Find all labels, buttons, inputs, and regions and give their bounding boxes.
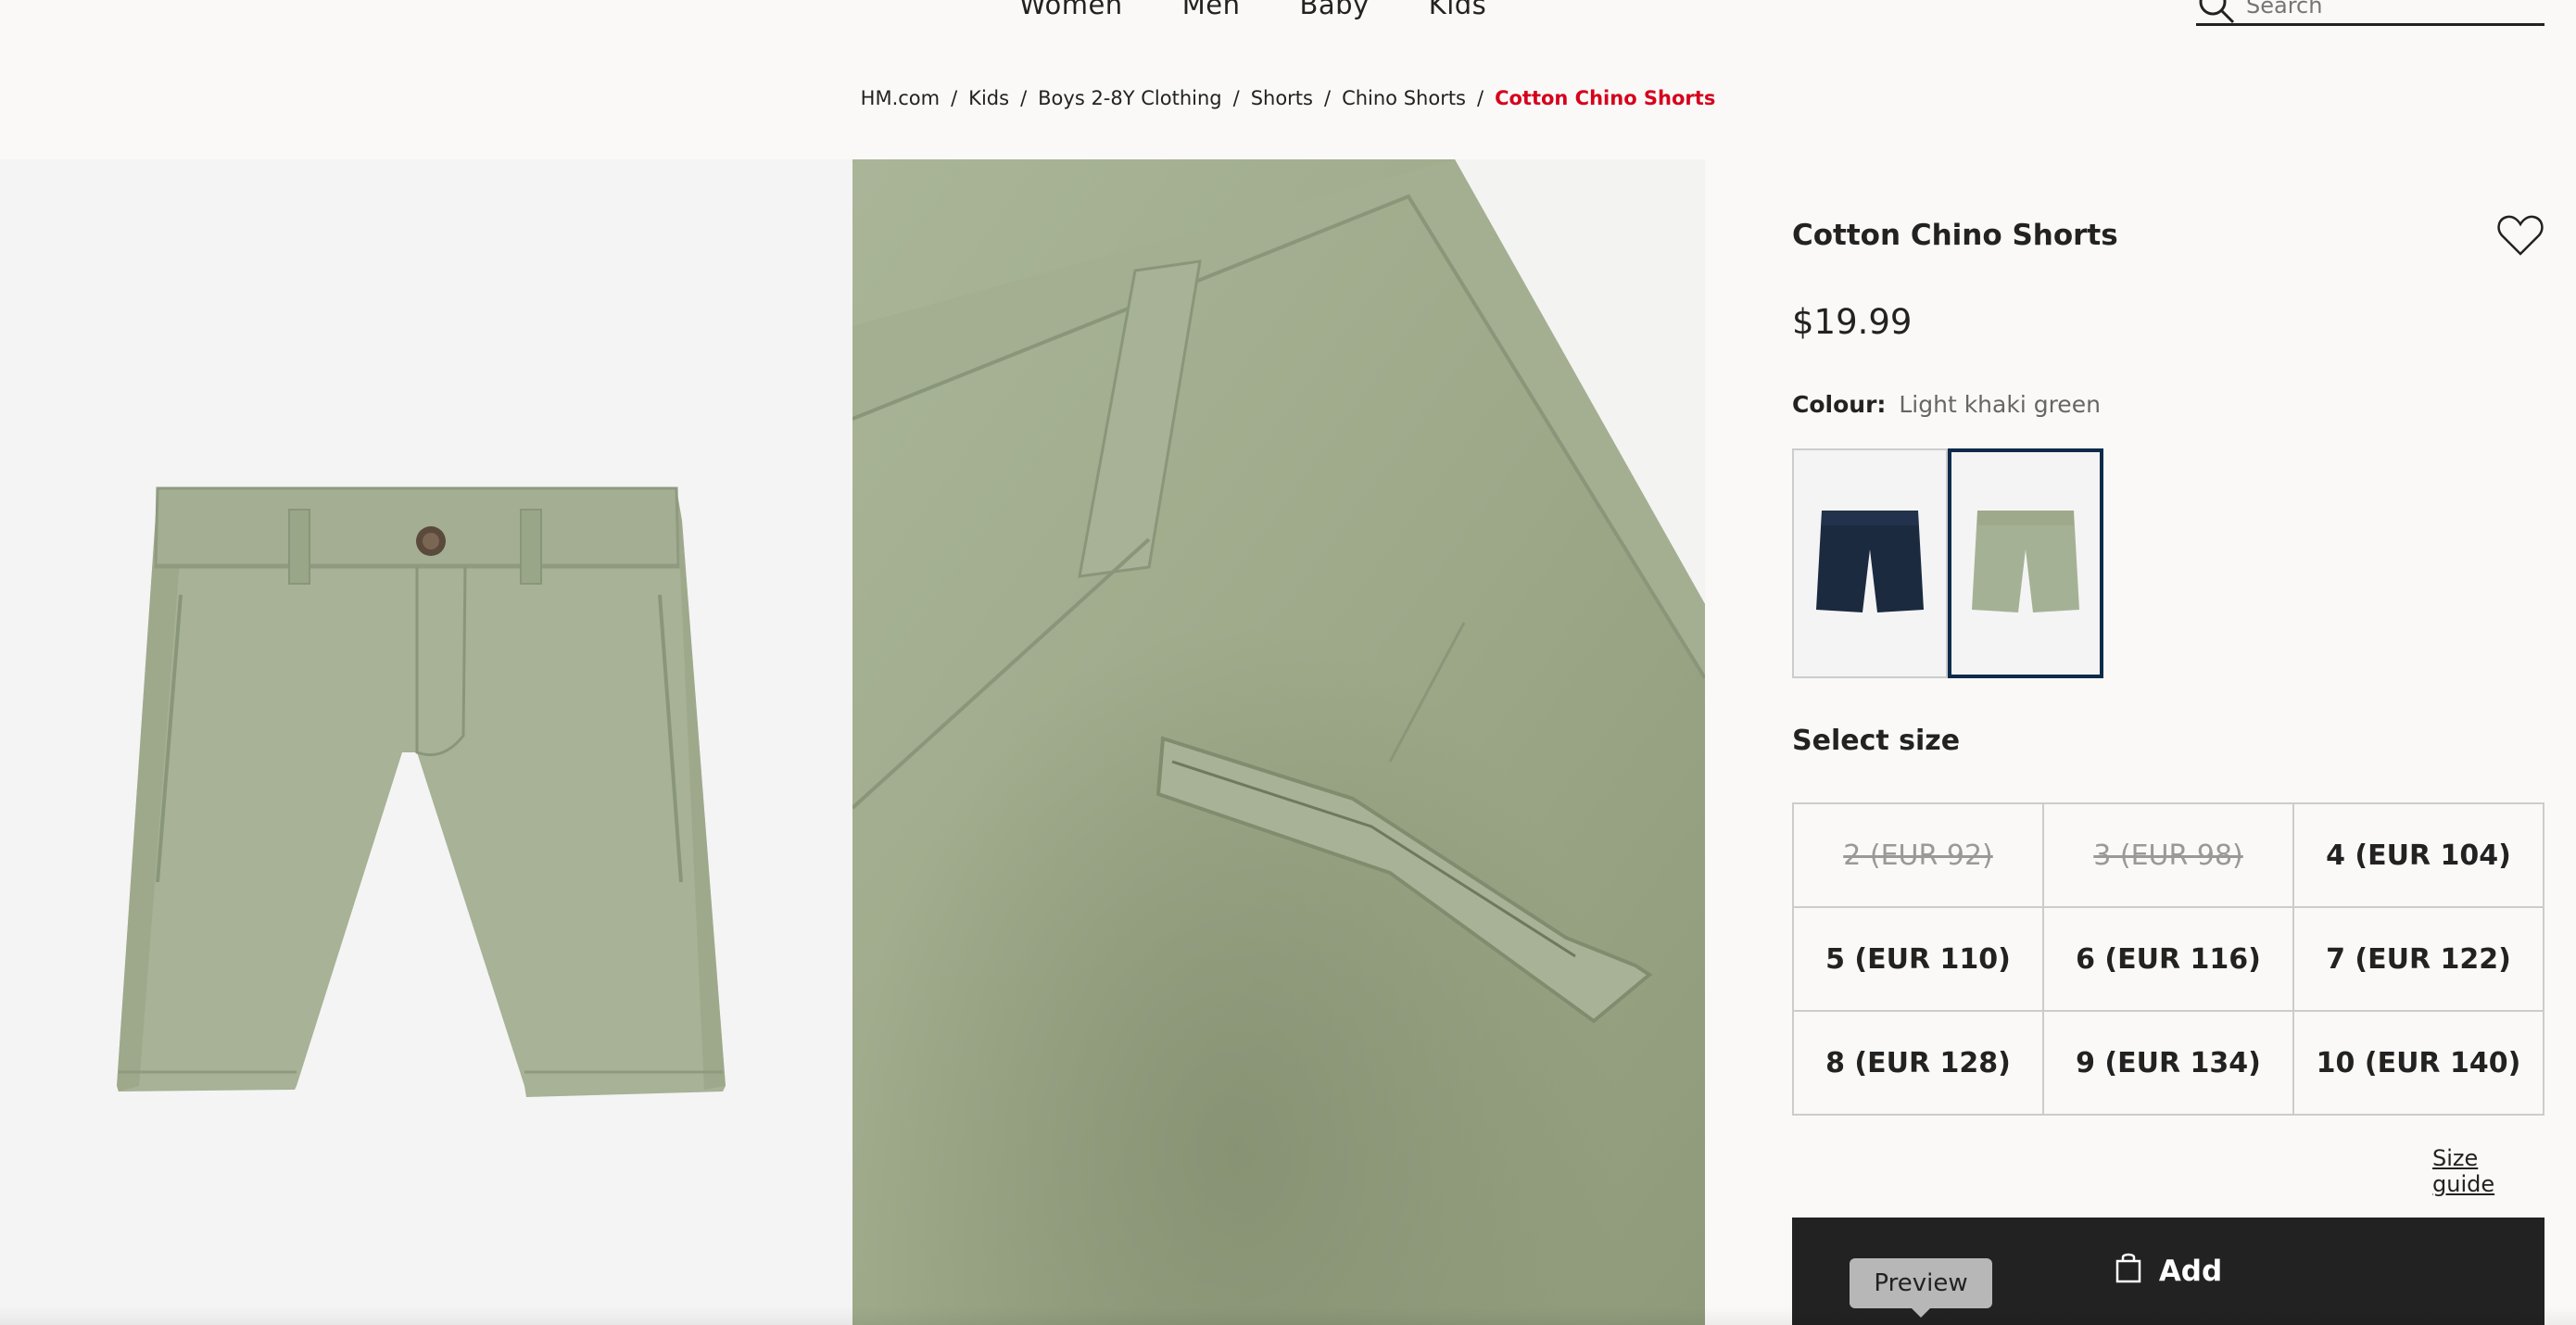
- size-option-3[interactable]: 3 (EUR 98): [2044, 804, 2294, 908]
- breadcrumb-item-shorts[interactable]: Shorts: [1251, 87, 1313, 109]
- breadcrumb-item-kids[interactable]: Kids: [968, 87, 1009, 109]
- colour-label: Colour:: [1792, 391, 1887, 418]
- nav-link-men[interactable]: Men: [1182, 0, 1241, 20]
- nav-link-women[interactable]: Women: [1019, 0, 1123, 20]
- breadcrumb-item-boys[interactable]: Boys 2-8Y Clothing: [1038, 87, 1221, 109]
- bottom-shade: [0, 1306, 2576, 1325]
- product-title: Cotton Chino Shorts: [1792, 219, 2118, 252]
- colour-swatches: [1792, 448, 2103, 678]
- add-button-label: Add: [2158, 1255, 2223, 1288]
- colour-value: Light khaki green: [1899, 391, 2101, 418]
- breadcrumb-separator: /: [1477, 87, 1484, 109]
- product-page: Women Men Baby Kids HM.com / Kids / Boys…: [0, 0, 2576, 1325]
- size-option-2[interactable]: 2 (EUR 92): [1794, 804, 2044, 908]
- heart-icon[interactable]: [2496, 213, 2544, 258]
- swatch-light-khaki-green[interactable]: [1948, 448, 2103, 678]
- product-image-front[interactable]: [0, 159, 852, 1325]
- nav-link-baby[interactable]: Baby: [1299, 0, 1369, 20]
- preview-tooltip: Preview: [1850, 1258, 1992, 1318]
- swatch-dark-navy[interactable]: [1792, 448, 1948, 678]
- breadcrumb: HM.com / Kids / Boys 2-8Y Clothing / Sho…: [0, 87, 2576, 109]
- search-icon[interactable]: [2196, 0, 2237, 24]
- breadcrumb-separator: /: [951, 87, 958, 109]
- size-grid: 2 (EUR 92) 3 (EUR 98) 4 (EUR 104) 5 (EUR…: [1792, 802, 2544, 1116]
- breadcrumb-separator: /: [1020, 87, 1028, 109]
- size-option-7[interactable]: 7 (EUR 122): [2294, 908, 2544, 1012]
- main-nav: Women Men Baby Kids: [1019, 0, 1486, 20]
- colour-info: Colour: Light khaki green: [1792, 391, 2101, 418]
- breadcrumb-item-home[interactable]: HM.com: [861, 87, 940, 109]
- search-bar[interactable]: [2196, 0, 2544, 26]
- size-option-8[interactable]: 8 (EUR 128): [1794, 1012, 2044, 1116]
- size-option-4[interactable]: 4 (EUR 104): [2294, 804, 2544, 908]
- size-option-10[interactable]: 10 (EUR 140): [2294, 1012, 2544, 1116]
- size-option-5[interactable]: 5 (EUR 110): [1794, 908, 2044, 1012]
- breadcrumb-separator: /: [1323, 87, 1332, 109]
- breadcrumb-item-chino-shorts[interactable]: Chino Shorts: [1342, 87, 1466, 109]
- shopping-bag-icon: [2115, 1252, 2142, 1291]
- nav-link-kids[interactable]: Kids: [1429, 0, 1487, 20]
- search-input[interactable]: [2246, 0, 2524, 19]
- top-navigation: Women Men Baby Kids: [0, 0, 2576, 56]
- size-option-9[interactable]: 9 (EUR 134): [2044, 1012, 2294, 1116]
- breadcrumb-separator: /: [1232, 87, 1240, 109]
- breadcrumb-item-current: Cotton Chino Shorts: [1495, 87, 1716, 109]
- select-size-label: Select size: [1792, 725, 1961, 757]
- size-guide-link[interactable]: Size guide: [2432, 1145, 2544, 1197]
- product-price: $19.99: [1792, 302, 1913, 342]
- product-image-detail[interactable]: [852, 159, 1705, 1325]
- size-option-6[interactable]: 6 (EUR 116): [2044, 908, 2294, 1012]
